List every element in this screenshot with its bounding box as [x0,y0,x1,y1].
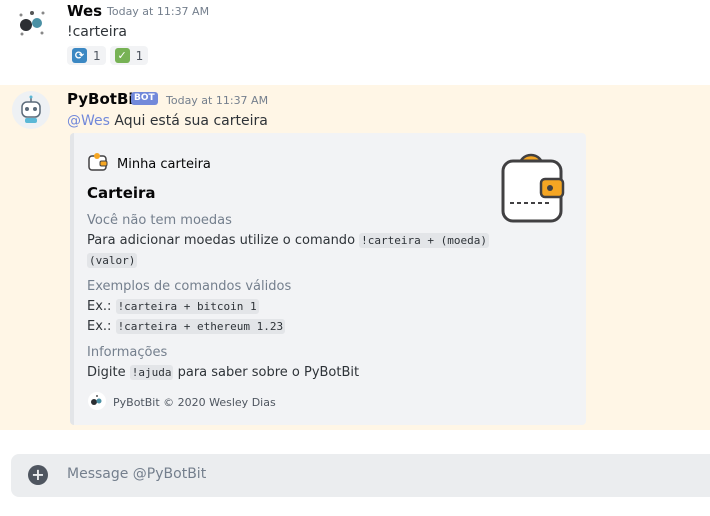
wallet-embed: Minha carteira Carteira Você não tem moe… [70,133,586,425]
user-mention[interactable]: @Wes [67,113,110,129]
bot-avatar[interactable] [12,91,50,129]
field-text: para saber sobre o PyBotBit [173,365,360,380]
inline-code: (valor) [87,253,138,268]
user-message-timestamp: Today at 11:37 AM [107,5,210,18]
message-input[interactable]: Message @PyBotBit [67,466,206,482]
add-attachment-plus-icon[interactable]: + [28,465,48,485]
reactions: ⟳ 1 ✓ 1 [67,46,149,65]
user-avatar[interactable] [12,3,52,43]
embed-field-examples: Exemplos de comandos válidos Ex.: !carte… [87,277,291,337]
example-line-2: Ex.: !carteira + ethereum 1.23 [87,317,291,337]
check-mark-icon: ✓ [114,48,130,63]
user-author-name[interactable]: Wes [67,2,102,20]
field-value-line2: (valor) [87,251,489,271]
embed-title: Carteira [87,184,156,202]
bot-message: PyBotBit BOT Today at 11:37 AM @Wes Aqui… [0,85,710,430]
field-name: Você não tem moedas [87,213,232,228]
field-text: Ex.: [87,299,116,314]
user-message: Wes Today at 11:37 AM !carteira ⟳ 1 ✓ 1 [0,0,710,80]
reaction-count: 1 [135,48,144,63]
footer-avatar-icon [88,392,106,413]
field-text: Ex.: [87,319,116,334]
wallet-icon [88,153,108,175]
bot-tag-badge: BOT [131,92,158,105]
field-name: Informações [87,345,168,360]
embed-author: Minha carteira [88,153,211,175]
example-line-1: Ex.: !carteira + bitcoin 1 [87,297,291,317]
field-text: Para adicionar moedas utilize o comando [87,233,360,248]
field-text: Digite [87,365,130,380]
bot-message-text: @Wes Aqui está sua carteira [67,113,268,129]
repeat-icon: ⟳ [72,48,87,63]
field-value: Para adicionar moedas utilize o comando … [87,231,489,251]
reaction-repeat[interactable]: ⟳ 1 [67,46,106,65]
inline-code: !carteira + (moeda) [359,233,489,248]
user-message-text: !carteira [67,24,127,40]
inline-code: !ajuda [129,365,174,380]
embed-footer: PyBotBit © 2020 Wesley Dias [88,392,276,413]
embed-field-no-coins: Você não tem moedas Para adicionar moeda… [87,211,489,271]
embed-author-name: Minha carteira [117,156,211,172]
embed-footer-text: PyBotBit © 2020 Wesley Dias [113,396,276,409]
reaction-check[interactable]: ✓ 1 [109,46,149,65]
inline-code: !carteira + bitcoin 1 [115,299,259,314]
bot-message-timestamp: Today at 11:37 AM [166,94,269,107]
embed-field-info: Informações Digite !ajuda para saber sob… [87,343,359,383]
message-input-bar[interactable]: + Message @PyBotBit [11,454,710,497]
bot-message-body: Aqui está sua carteira [109,113,268,129]
bot-author-name[interactable]: PyBotBit [67,90,141,108]
wallet-thumbnail-icon[interactable]: ₿ [498,153,568,225]
field-name: Exemplos de comandos válidos [87,279,292,294]
field-value: Digite !ajuda para saber sobre o PyBotBi… [87,363,359,383]
inline-code: !carteira + ethereum 1.23 [115,319,286,334]
reaction-count: 1 [93,48,101,63]
